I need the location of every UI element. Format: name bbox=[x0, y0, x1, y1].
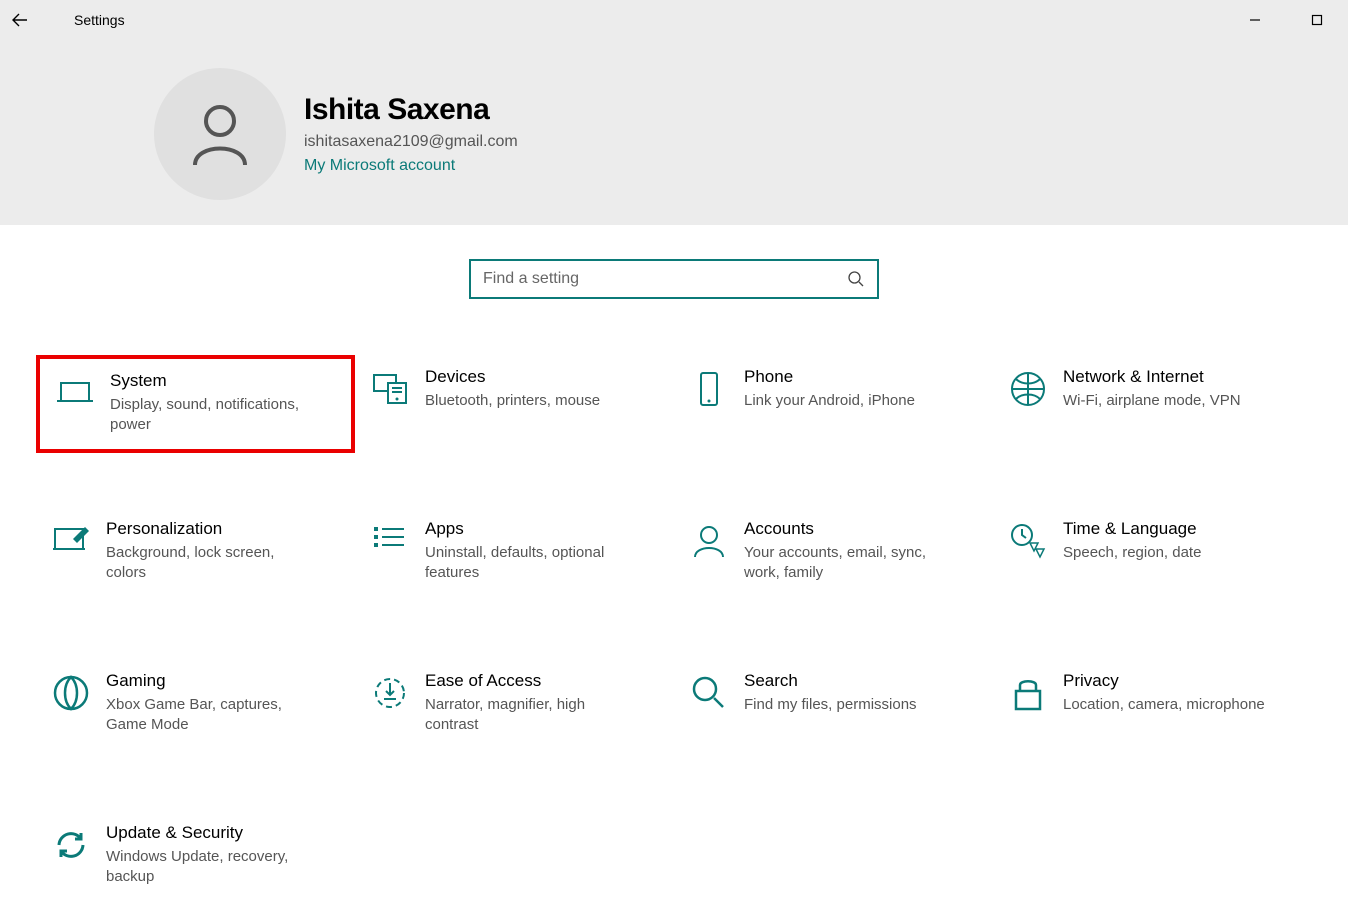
apps-icon bbox=[365, 519, 415, 593]
tile-desc: Xbox Game Bar, captures, Game Mode bbox=[106, 695, 316, 734]
tile-desc: Narrator, magnifier, high contrast bbox=[425, 695, 635, 734]
avatar bbox=[154, 68, 286, 200]
back-arrow-icon bbox=[12, 12, 28, 28]
user-email: ishitasaxena2109@gmail.com bbox=[304, 133, 518, 151]
window-controls bbox=[1224, 0, 1348, 40]
devices-icon bbox=[365, 367, 415, 441]
tile-time[interactable]: Time & Language Speech, region, date bbox=[993, 507, 1312, 605]
user-name: Ishita Saxena bbox=[304, 93, 518, 127]
network-icon bbox=[1003, 367, 1053, 441]
tile-update[interactable]: Update & Security Windows Update, recover… bbox=[36, 811, 355, 909]
tile-ease[interactable]: Ease of Access Narrator, magnifier, high … bbox=[355, 659, 674, 757]
tile-title: Phone bbox=[744, 367, 915, 387]
search-icon bbox=[684, 671, 734, 745]
tile-desc: Uninstall, defaults, optional features bbox=[425, 543, 635, 582]
maximize-button[interactable] bbox=[1286, 0, 1348, 40]
tile-search[interactable]: Search Find my files, permissions bbox=[674, 659, 993, 757]
microsoft-account-link[interactable]: My Microsoft account bbox=[304, 157, 518, 175]
tile-desc: Display, sound, notifications, power bbox=[110, 395, 320, 434]
tile-title: Gaming bbox=[106, 671, 316, 691]
tile-desc: Speech, region, date bbox=[1063, 543, 1201, 563]
search-icon bbox=[847, 270, 865, 288]
ease-icon bbox=[365, 671, 415, 745]
tile-desc: Bluetooth, printers, mouse bbox=[425, 391, 600, 411]
minimize-icon bbox=[1249, 14, 1261, 26]
gaming-icon bbox=[46, 671, 96, 745]
tile-title: Time & Language bbox=[1063, 519, 1201, 539]
tile-devices[interactable]: Devices Bluetooth, printers, mouse bbox=[355, 355, 674, 453]
tile-accounts[interactable]: Accounts Your accounts, email, sync, work… bbox=[674, 507, 993, 605]
accounts-icon bbox=[684, 519, 734, 593]
tile-privacy[interactable]: Privacy Location, camera, microphone bbox=[993, 659, 1312, 757]
search-box[interactable] bbox=[469, 259, 879, 299]
settings-grid: System Display, sound, notifications, pow… bbox=[0, 299, 1348, 909]
tile-apps[interactable]: Apps Uninstall, defaults, optional featur… bbox=[355, 507, 674, 605]
minimize-button[interactable] bbox=[1224, 0, 1286, 40]
tile-title: System bbox=[110, 371, 320, 391]
tile-gaming[interactable]: Gaming Xbox Game Bar, captures, Game Mode bbox=[36, 659, 355, 757]
window-title: Settings bbox=[74, 12, 125, 28]
tile-title: Apps bbox=[425, 519, 635, 539]
search-input[interactable] bbox=[483, 270, 847, 288]
tile-system[interactable]: System Display, sound, notifications, pow… bbox=[36, 355, 355, 453]
system-icon bbox=[50, 371, 100, 437]
search-row bbox=[0, 259, 1348, 299]
back-button[interactable] bbox=[0, 0, 40, 40]
titlebar: Settings bbox=[0, 0, 1348, 40]
time-icon bbox=[1003, 519, 1053, 593]
tile-title: Personalization bbox=[106, 519, 316, 539]
tile-title: Network & Internet bbox=[1063, 367, 1241, 387]
phone-icon bbox=[684, 367, 734, 441]
tile-desc: Wi-Fi, airplane mode, VPN bbox=[1063, 391, 1241, 411]
privacy-icon bbox=[1003, 671, 1053, 745]
personalization-icon bbox=[46, 519, 96, 593]
person-icon bbox=[185, 99, 255, 169]
tile-title: Privacy bbox=[1063, 671, 1265, 691]
tile-desc: Link your Android, iPhone bbox=[744, 391, 915, 411]
tile-network[interactable]: Network & Internet Wi-Fi, airplane mode, … bbox=[993, 355, 1312, 453]
update-icon bbox=[46, 823, 96, 897]
tile-title: Devices bbox=[425, 367, 600, 387]
tile-desc: Background, lock screen, colors bbox=[106, 543, 316, 582]
tile-title: Ease of Access bbox=[425, 671, 635, 691]
tile-title: Update & Security bbox=[106, 823, 316, 843]
tile-desc: Your accounts, email, sync, work, family bbox=[744, 543, 954, 582]
user-block: Ishita Saxena ishitasaxena2109@gmail.com… bbox=[154, 68, 518, 200]
tile-phone[interactable]: Phone Link your Android, iPhone bbox=[674, 355, 993, 453]
tile-title: Accounts bbox=[744, 519, 954, 539]
tile-title: Search bbox=[744, 671, 917, 691]
tile-desc: Location, camera, microphone bbox=[1063, 695, 1265, 715]
maximize-icon bbox=[1311, 14, 1323, 26]
tile-desc: Windows Update, recovery, backup bbox=[106, 847, 316, 886]
header-region: Settings Ishita Saxena ishitasaxena2109@… bbox=[0, 0, 1348, 225]
tile-desc: Find my files, permissions bbox=[744, 695, 917, 715]
tile-personalization[interactable]: Personalization Background, lock screen, … bbox=[36, 507, 355, 605]
